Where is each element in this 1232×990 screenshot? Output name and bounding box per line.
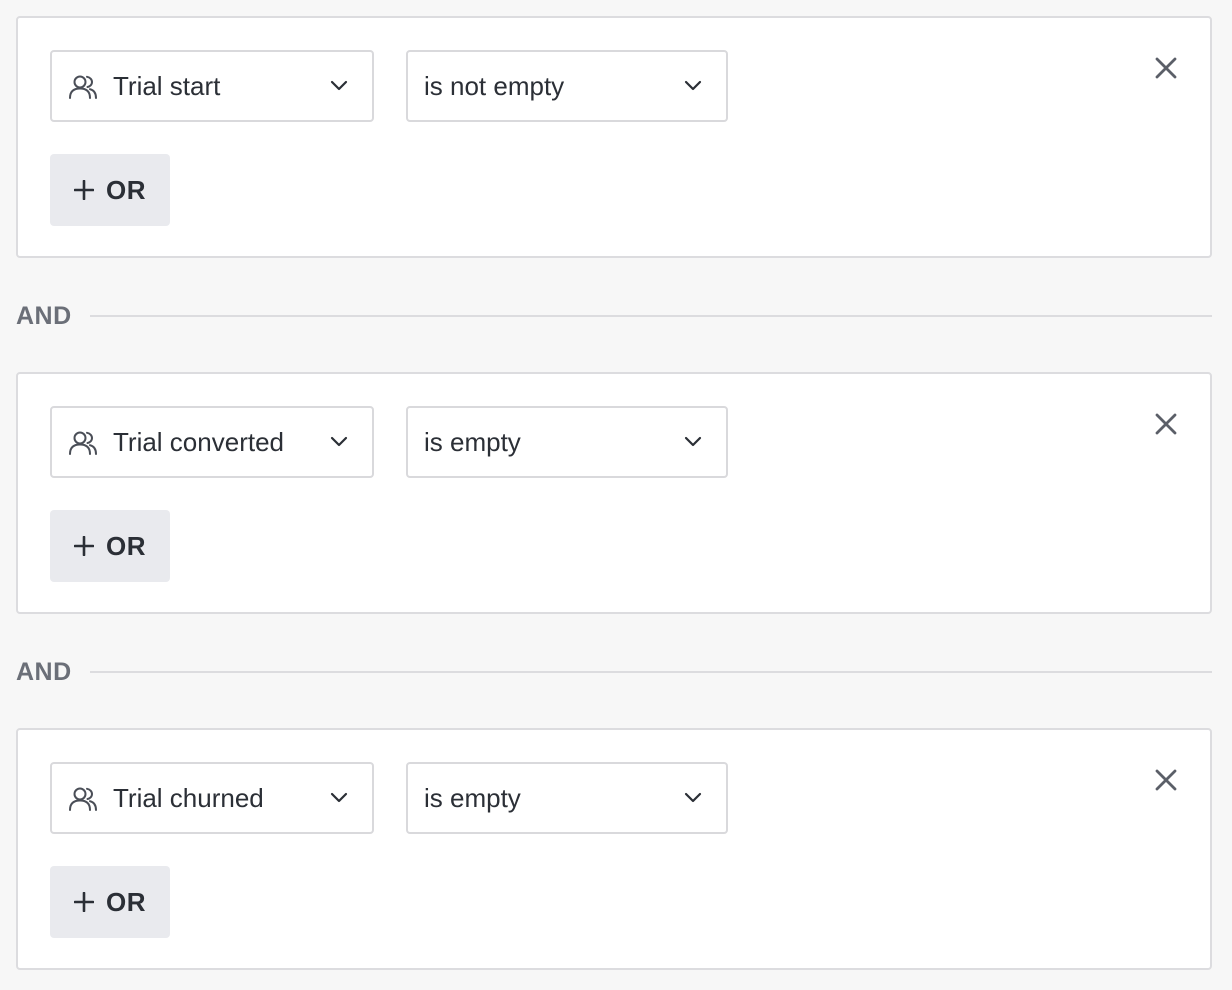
plus-icon (74, 180, 94, 200)
remove-filter-button[interactable] (1148, 50, 1184, 86)
close-icon (1155, 413, 1177, 435)
chevron-down-icon (330, 792, 348, 803)
filter-group-1: Trial start is not empty OR (16, 16, 1212, 258)
chevron-down-icon (330, 436, 348, 447)
and-connector-2: AND (16, 652, 1212, 692)
and-label: AND (16, 302, 72, 330)
property-select[interactable]: Trial converted (50, 406, 374, 478)
users-icon (69, 787, 97, 811)
property-label: Trial start (113, 71, 221, 101)
operator-select[interactable]: is empty (406, 406, 728, 478)
chevron-down-icon (684, 792, 702, 803)
add-or-button[interactable]: OR (50, 154, 170, 226)
chevron-down-icon (684, 80, 702, 91)
add-or-button[interactable]: OR (50, 866, 170, 938)
remove-filter-button[interactable] (1148, 762, 1184, 798)
divider (90, 671, 1212, 673)
operator-select[interactable]: is empty (406, 762, 728, 834)
or-button-label: OR (106, 175, 146, 205)
remove-filter-button[interactable] (1148, 406, 1184, 442)
plus-icon (74, 536, 94, 556)
or-button-label: OR (106, 887, 146, 917)
operator-label: is not empty (424, 71, 565, 101)
chevron-down-icon (330, 80, 348, 91)
plus-icon (74, 892, 94, 912)
users-icon (69, 75, 97, 99)
property-label: Trial churned (113, 783, 264, 813)
property-label: Trial converted (113, 427, 284, 457)
or-button-label: OR (106, 531, 146, 561)
property-select[interactable]: Trial churned (50, 762, 374, 834)
filter-group-3: Trial churned is empty OR (16, 728, 1212, 970)
operator-label: is empty (424, 783, 521, 813)
users-icon (69, 431, 97, 455)
add-or-button[interactable]: OR (50, 510, 170, 582)
property-select[interactable]: Trial start (50, 50, 374, 122)
filter-group-2: Trial converted is empty OR (16, 372, 1212, 614)
operator-select[interactable]: is not empty (406, 50, 728, 122)
chevron-down-icon (684, 436, 702, 447)
and-label: AND (16, 658, 72, 686)
operator-label: is empty (424, 427, 521, 457)
close-icon (1155, 769, 1177, 791)
close-icon (1155, 57, 1177, 79)
and-connector-1: AND (16, 296, 1212, 336)
divider (90, 315, 1212, 317)
